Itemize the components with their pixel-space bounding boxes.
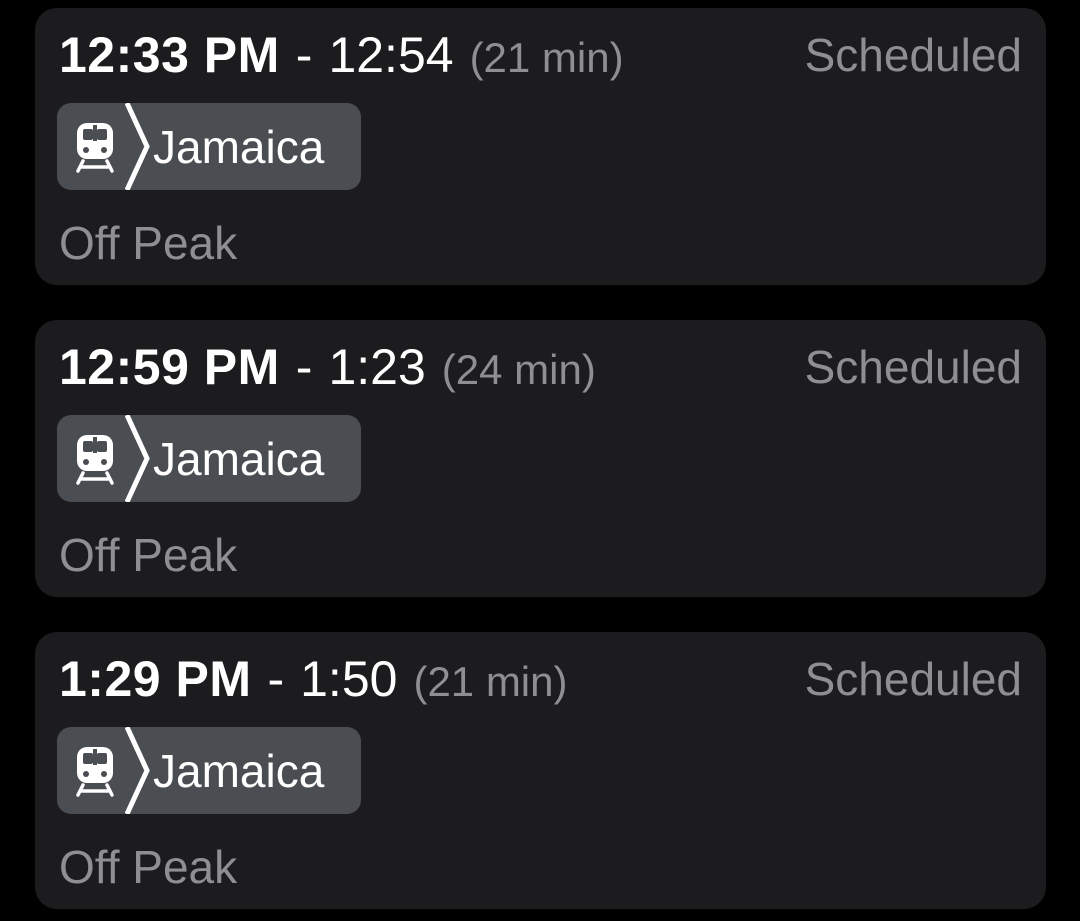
chevron-right-icon xyxy=(125,415,150,502)
fare-type: Off Peak xyxy=(59,841,238,893)
trip-duration: (21 min) xyxy=(413,658,568,705)
arrival-time: 12:54 xyxy=(328,27,454,83)
trip-duration: (21 min) xyxy=(469,34,624,81)
chevron-right-icon xyxy=(125,727,150,814)
trip-time-line: 12:59 PM - 1:23 (24 min) xyxy=(59,338,596,395)
route-badge[interactable]: Jamaica xyxy=(57,415,361,502)
fare-type: Off Peak xyxy=(59,217,238,269)
trip-status: Scheduled xyxy=(804,29,1022,81)
train-icon xyxy=(76,122,114,173)
trip-card[interactable]: 12:59 PM - 1:23 (24 min) Scheduled Jamai… xyxy=(35,320,1046,597)
route-name: Jamaica xyxy=(153,744,325,797)
trip-card[interactable]: 1:29 PM - 1:50 (21 min) Scheduled Jamaic… xyxy=(35,632,1046,909)
trip-duration: (24 min) xyxy=(441,346,596,393)
arrival-time: 1:50 xyxy=(300,651,398,707)
trip-status: Scheduled xyxy=(804,653,1022,705)
trip-time-line: 1:29 PM - 1:50 (21 min) xyxy=(59,650,568,707)
departure-time: 12:33 PM xyxy=(59,27,280,83)
route-badge[interactable]: Jamaica xyxy=(57,727,361,814)
time-separator: - xyxy=(295,339,313,395)
trip-time-line: 12:33 PM - 12:54 (21 min) xyxy=(59,26,624,83)
trip-list: 12:33 PM - 12:54 (21 min) Scheduled Jama… xyxy=(0,0,1080,921)
chevron-right-icon xyxy=(125,103,150,190)
trip-status: Scheduled xyxy=(804,341,1022,393)
route-name: Jamaica xyxy=(153,120,325,173)
trip-card[interactable]: 12:33 PM - 12:54 (21 min) Scheduled Jama… xyxy=(35,8,1046,285)
time-separator: - xyxy=(295,27,313,83)
fare-type: Off Peak xyxy=(59,529,238,581)
time-separator: - xyxy=(267,651,285,707)
departure-time: 12:59 PM xyxy=(59,339,280,395)
train-icon xyxy=(76,434,114,485)
arrival-time: 1:23 xyxy=(328,339,426,395)
route-badge[interactable]: Jamaica xyxy=(57,103,361,190)
route-name: Jamaica xyxy=(153,432,325,485)
train-icon xyxy=(76,746,114,797)
departure-time: 1:29 PM xyxy=(59,651,252,707)
